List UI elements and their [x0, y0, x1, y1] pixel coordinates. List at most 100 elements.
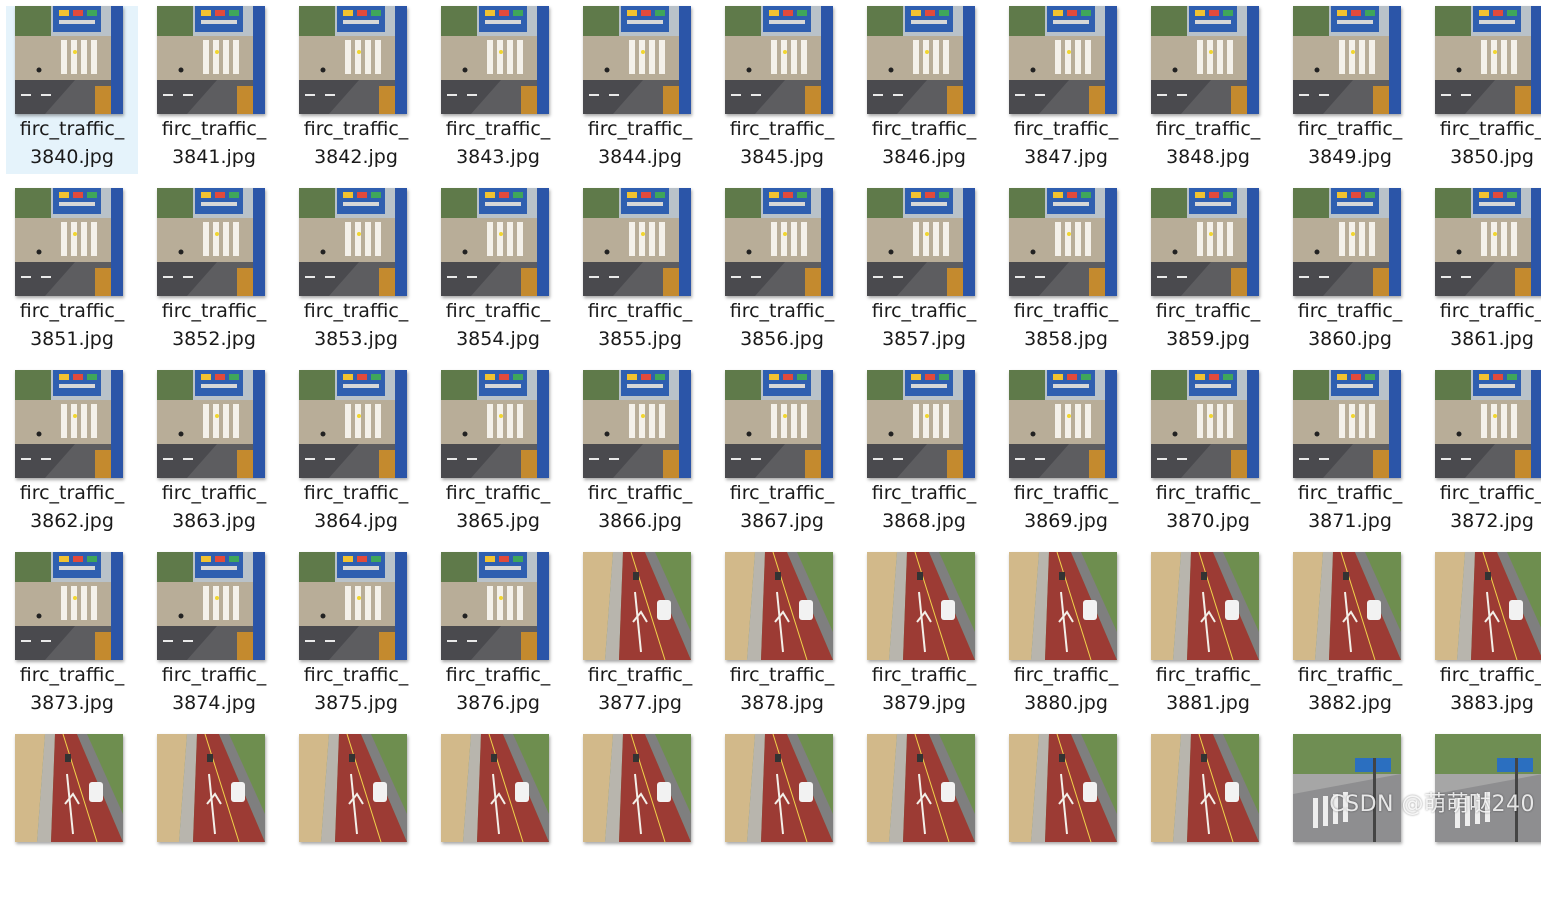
file-item[interactable]: firc_traffic_ 3844.jpg	[574, 6, 706, 174]
file-thumbnail	[867, 188, 975, 296]
file-name-label: firc_traffic_ 3882.jpg	[1297, 664, 1403, 714]
file-item[interactable]: firc_traffic_ 3841.jpg	[148, 6, 280, 174]
file-thumbnail	[867, 6, 975, 114]
file-item[interactable]: firc_traffic_ 3848.jpg	[1142, 6, 1274, 174]
file-item[interactable]	[574, 734, 706, 902]
file-thumbnail	[867, 552, 975, 660]
file-item[interactable]	[290, 734, 422, 902]
file-name-label: firc_traffic_ 3850.jpg	[1439, 118, 1541, 168]
file-item[interactable]: firc_traffic_ 3842.jpg	[290, 6, 422, 174]
file-item[interactable]: firc_traffic_ 3860.jpg	[1284, 188, 1416, 356]
file-item[interactable]	[1000, 734, 1132, 902]
file-item[interactable]: firc_traffic_ 3850.jpg	[1426, 6, 1541, 174]
file-thumbnail	[1151, 188, 1259, 296]
file-item[interactable]: firc_traffic_ 3852.jpg	[148, 188, 280, 356]
file-name-label: firc_traffic_ 3842.jpg	[303, 118, 409, 168]
file-item[interactable]: firc_traffic_ 3876.jpg	[432, 552, 564, 720]
file-item[interactable]: firc_traffic_ 3880.jpg	[1000, 552, 1132, 720]
file-thumbnail	[1151, 6, 1259, 114]
file-item[interactable]: firc_traffic_ 3867.jpg	[716, 370, 848, 538]
file-item[interactable]: firc_traffic_ 3846.jpg	[858, 6, 990, 174]
file-name-label: firc_traffic_ 3865.jpg	[445, 482, 551, 532]
file-name-label: firc_traffic_ 3859.jpg	[1155, 300, 1261, 350]
file-item[interactable]: firc_traffic_ 3854.jpg	[432, 188, 564, 356]
file-thumbnail	[441, 370, 549, 478]
file-thumbnail	[1151, 552, 1259, 660]
file-thumbnail	[1435, 6, 1541, 114]
file-item[interactable]: firc_traffic_ 3864.jpg	[290, 370, 422, 538]
file-thumbnail	[157, 370, 265, 478]
file-name-label: firc_traffic_ 3870.jpg	[1155, 482, 1261, 532]
file-item[interactable]: firc_traffic_ 3877.jpg	[574, 552, 706, 720]
file-item[interactable]	[716, 734, 848, 902]
file-thumbnail	[1151, 734, 1259, 842]
file-item[interactable]	[432, 734, 564, 902]
file-item[interactable]: firc_traffic_ 3881.jpg	[1142, 552, 1274, 720]
file-thumbnail	[583, 6, 691, 114]
file-name-label: firc_traffic_ 3857.jpg	[871, 300, 977, 350]
file-name-label: firc_traffic_ 3847.jpg	[1013, 118, 1119, 168]
file-item[interactable]: firc_traffic_ 3871.jpg	[1284, 370, 1416, 538]
file-thumbnail	[1293, 552, 1401, 660]
file-item[interactable]: firc_traffic_ 3874.jpg	[148, 552, 280, 720]
file-name-label: firc_traffic_ 3841.jpg	[161, 118, 267, 168]
file-name-label: firc_traffic_ 3873.jpg	[19, 664, 125, 714]
file-item[interactable]	[1426, 734, 1541, 902]
file-item[interactable]: firc_traffic_ 3869.jpg	[1000, 370, 1132, 538]
file-thumbnail	[299, 734, 407, 842]
file-thumbnail	[725, 552, 833, 660]
watermark: CSDN @萌萌哒240	[1329, 792, 1535, 817]
file-thumbnail	[15, 370, 123, 478]
file-item[interactable]: firc_traffic_ 3849.jpg	[1284, 6, 1416, 174]
file-name-label: firc_traffic_ 3881.jpg	[1155, 664, 1261, 714]
file-item[interactable]: firc_traffic_ 3865.jpg	[432, 370, 564, 538]
file-name-label: firc_traffic_ 3848.jpg	[1155, 118, 1261, 168]
file-thumbnail	[725, 734, 833, 842]
file-thumbnail	[157, 6, 265, 114]
file-thumbnail	[725, 370, 833, 478]
file-thumbnail	[583, 734, 691, 842]
file-thumbnail	[157, 734, 265, 842]
file-item[interactable]: firc_traffic_ 3857.jpg	[858, 188, 990, 356]
file-item[interactable]: firc_traffic_ 3868.jpg	[858, 370, 990, 538]
file-item[interactable]: firc_traffic_ 3862.jpg	[6, 370, 138, 538]
file-item[interactable]: firc_traffic_ 3855.jpg	[574, 188, 706, 356]
file-item[interactable]	[6, 734, 138, 902]
file-item[interactable]: firc_traffic_ 3840.jpg	[6, 6, 138, 174]
file-item[interactable]: firc_traffic_ 3859.jpg	[1142, 188, 1274, 356]
file-item[interactable]: firc_traffic_ 3863.jpg	[148, 370, 280, 538]
file-item[interactable]: firc_traffic_ 3873.jpg	[6, 552, 138, 720]
file-item[interactable]	[858, 734, 990, 902]
file-item[interactable]: firc_traffic_ 3883.jpg	[1426, 552, 1541, 720]
file-name-label: firc_traffic_ 3855.jpg	[587, 300, 693, 350]
file-name-label: firc_traffic_ 3844.jpg	[587, 118, 693, 168]
file-name-label: firc_traffic_ 3851.jpg	[19, 300, 125, 350]
file-thumbnail	[1009, 552, 1117, 660]
file-thumbnail	[1435, 188, 1541, 296]
file-thumbnail	[157, 188, 265, 296]
file-item[interactable]: firc_traffic_ 3845.jpg	[716, 6, 848, 174]
file-item[interactable]: firc_traffic_ 3882.jpg	[1284, 552, 1416, 720]
file-item[interactable]: firc_traffic_ 3858.jpg	[1000, 188, 1132, 356]
file-name-label: firc_traffic_ 3876.jpg	[445, 664, 551, 714]
file-item[interactable]: firc_traffic_ 3866.jpg	[574, 370, 706, 538]
file-item[interactable]	[148, 734, 280, 902]
file-item[interactable]: firc_traffic_ 3851.jpg	[6, 188, 138, 356]
file-item[interactable]: firc_traffic_ 3853.jpg	[290, 188, 422, 356]
file-item[interactable]: firc_traffic_ 3878.jpg	[716, 552, 848, 720]
file-name-label: firc_traffic_ 3864.jpg	[303, 482, 409, 532]
file-thumbnail	[1293, 188, 1401, 296]
file-item[interactable]: firc_traffic_ 3879.jpg	[858, 552, 990, 720]
file-item[interactable]: firc_traffic_ 3875.jpg	[290, 552, 422, 720]
file-name-label: firc_traffic_ 3849.jpg	[1297, 118, 1403, 168]
file-item[interactable]: firc_traffic_ 3843.jpg	[432, 6, 564, 174]
file-item[interactable]: firc_traffic_ 3870.jpg	[1142, 370, 1274, 538]
file-item[interactable]: firc_traffic_ 3856.jpg	[716, 188, 848, 356]
file-thumbnail	[725, 6, 833, 114]
file-item[interactable]: firc_traffic_ 3847.jpg	[1000, 6, 1132, 174]
file-item[interactable]: firc_traffic_ 3861.jpg	[1426, 188, 1541, 356]
file-item[interactable]: firc_traffic_ 3872.jpg	[1426, 370, 1541, 538]
file-item[interactable]	[1142, 734, 1274, 902]
file-item[interactable]	[1284, 734, 1416, 902]
file-name-label: firc_traffic_ 3843.jpg	[445, 118, 551, 168]
